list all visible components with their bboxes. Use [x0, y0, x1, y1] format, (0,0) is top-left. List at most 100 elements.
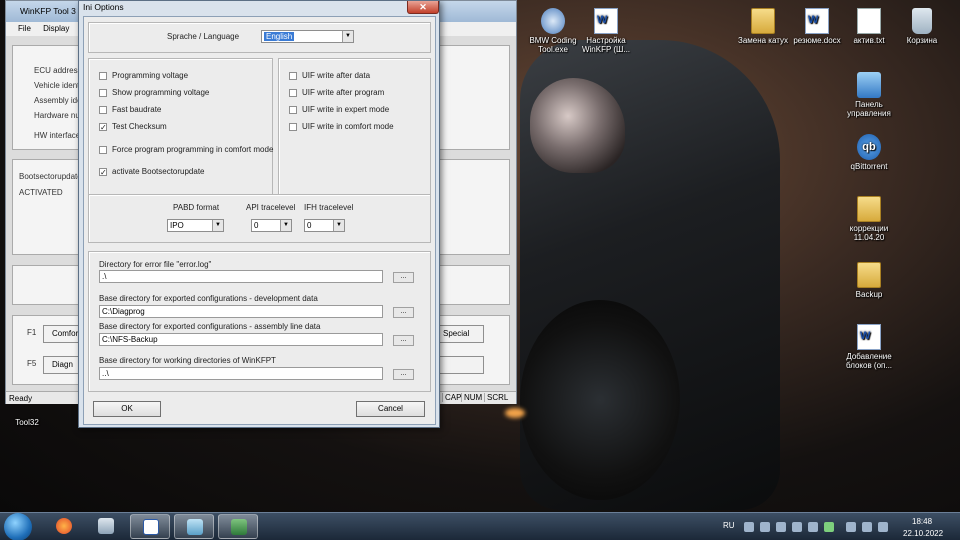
- error-dir-input[interactable]: .\: [99, 270, 383, 283]
- uif-comfort-mode-checkbox[interactable]: [289, 123, 297, 131]
- menu-file[interactable]: File: [18, 24, 31, 33]
- chevron-down-icon: ▼: [342, 31, 353, 42]
- uif-expert-mode-checkbox[interactable]: [289, 106, 297, 114]
- qbittorrent-icon: qb: [857, 134, 881, 160]
- word-doc-icon: [594, 8, 618, 34]
- control-panel-icon: [857, 72, 881, 98]
- hw-interface-label: HW interface: [34, 131, 81, 140]
- calculator-icon: [98, 518, 114, 534]
- car-wheel-image: [520, 300, 680, 500]
- dialog-title: Ini Options: [83, 2, 124, 12]
- ifh-tracelevel-select[interactable]: 0 ▼: [304, 219, 345, 232]
- language-group: [88, 22, 431, 53]
- force-program-checkbox[interactable]: [99, 146, 107, 154]
- activated-label: ACTIVATED: [19, 188, 63, 197]
- chevron-down-icon: ▼: [280, 220, 291, 231]
- word-icon: [143, 519, 159, 535]
- working-dir-label: Base directory for working directories o…: [99, 356, 276, 365]
- programming-voltage-label: Programming voltage: [112, 71, 189, 80]
- folder-icon: [857, 262, 881, 288]
- menu-display[interactable]: Display: [43, 24, 69, 33]
- tray-app-icon[interactable]: [744, 522, 754, 532]
- bmw-icon: [541, 8, 565, 34]
- fast-baudrate-checkbox[interactable]: [99, 106, 107, 114]
- status-cap: CAP: [442, 393, 461, 402]
- dev-dir-browse-button[interactable]: ...: [393, 307, 414, 318]
- main-right-button[interactable]: [434, 356, 484, 374]
- language-label: Sprache / Language: [167, 32, 240, 41]
- taskbar-calculator[interactable]: [86, 514, 126, 539]
- pabd-format-select[interactable]: IPO ▼: [167, 219, 224, 232]
- hardware-number-label: Hardware nu: [34, 111, 80, 120]
- desktop-background: BMW Coding Tool.exe Настройка WinKFP (Ш.…: [0, 0, 960, 512]
- working-dir-browse-button[interactable]: ...: [393, 369, 414, 380]
- tray-app-icon[interactable]: [808, 522, 818, 532]
- vehicle-ident-label: Vehicle identi: [34, 81, 82, 90]
- dialog-close-button[interactable]: ✕: [407, 1, 439, 14]
- taskbar-notes[interactable]: [174, 514, 214, 539]
- folder-icon: [751, 8, 775, 34]
- assembly-ident-label: Assembly ide: [34, 96, 82, 105]
- dialog-client-area: Sprache / Language English ▼ Programming…: [83, 16, 436, 425]
- desktop-icon-backup[interactable]: Backup: [834, 262, 904, 299]
- uif-comfort-mode-label: UIF write in comfort mode: [302, 122, 394, 131]
- f5-label: F5: [27, 359, 37, 368]
- desktop-icon-control-panel[interactable]: Панель управления: [834, 72, 904, 118]
- system-tray: RU 18:48 22.10.2022: [720, 513, 960, 540]
- volume-icon[interactable]: [878, 522, 888, 532]
- diagnosis-button[interactable]: Diagn: [43, 356, 83, 374]
- taskbar-firefox[interactable]: [44, 514, 84, 539]
- dev-dir-input[interactable]: C:\Diagprog: [99, 305, 383, 318]
- activate-bootsector-label: activate Bootsectorupdate: [112, 167, 205, 176]
- desktop-icon-recycle-bin[interactable]: Корзина: [887, 8, 957, 45]
- test-checksum-checkbox[interactable]: ✓: [99, 123, 107, 132]
- api-tracelevel-select[interactable]: 0 ▼: [251, 219, 292, 232]
- clock-date[interactable]: 22.10.2022: [903, 529, 943, 538]
- checkmark-icon: ✓: [100, 168, 107, 177]
- fast-baudrate-label: Fast baudrate: [112, 105, 162, 114]
- f1-label: F1: [27, 328, 37, 337]
- status-text: Ready: [9, 394, 33, 403]
- network-signal-icon[interactable]: [862, 522, 872, 532]
- keyboard-language[interactable]: RU: [723, 521, 735, 530]
- status-num: NUM: [461, 393, 482, 402]
- desktop-icon-tool32[interactable]: Tool32: [0, 404, 62, 427]
- tray-app-icon[interactable]: [760, 522, 770, 532]
- clock-time[interactable]: 18:48: [912, 517, 932, 526]
- desktop-icon-dobavlenie-blokov[interactable]: Добавление блоков (оп...: [834, 324, 904, 370]
- desktop-icon-korrektsii[interactable]: коррекции 11.04.20: [834, 196, 904, 242]
- special-button[interactable]: Special: [434, 325, 484, 343]
- taskbar-winkfp[interactable]: [218, 514, 258, 539]
- pabd-format-label: PABD format: [173, 203, 220, 212]
- ifh-tracelevel-label: IFH tracelevel: [304, 203, 354, 212]
- car-indicator-light: [505, 408, 525, 418]
- test-checksum-label: Test Checksum: [112, 122, 167, 131]
- language-select[interactable]: English ▼: [261, 30, 354, 43]
- chevron-down-icon: ▼: [212, 220, 223, 231]
- desktop-icon-winkfp-settings[interactable]: Настройка WinKFP (Ш...: [571, 8, 641, 54]
- word-doc-icon: [805, 8, 829, 34]
- assembly-dir-input[interactable]: C:\NFS-Backup: [99, 333, 383, 346]
- programming-voltage-checkbox[interactable]: [99, 72, 107, 80]
- error-dir-browse-button[interactable]: ...: [393, 272, 414, 283]
- taskbar-word[interactable]: [130, 514, 170, 539]
- comfort-button[interactable]: Comfor: [43, 325, 83, 343]
- battery-icon[interactable]: [846, 522, 856, 532]
- ecu-address-label: ECU address: [34, 66, 82, 75]
- uif-after-data-checkbox[interactable]: [289, 72, 297, 80]
- show-programming-voltage-checkbox[interactable]: [99, 89, 107, 97]
- activate-bootsector-checkbox[interactable]: ✓: [99, 168, 107, 177]
- assembly-dir-browse-button[interactable]: ...: [393, 335, 414, 346]
- chevron-down-icon: ▼: [333, 220, 344, 231]
- api-tracelevel-label: API tracelevel: [246, 203, 296, 212]
- tray-app-icon[interactable]: [776, 522, 786, 532]
- uif-after-program-checkbox[interactable]: [289, 89, 297, 97]
- uif-after-program-label: UIF write after program: [302, 88, 385, 97]
- ok-button[interactable]: OK: [93, 401, 161, 417]
- desktop-icon-qbittorrent[interactable]: qb qBittorrent: [834, 134, 904, 171]
- nvidia-icon[interactable]: [824, 522, 834, 532]
- start-button[interactable]: [4, 513, 32, 540]
- tray-app-icon[interactable]: [792, 522, 802, 532]
- cancel-button[interactable]: Cancel: [356, 401, 425, 417]
- working-dir-input[interactable]: ..\: [99, 367, 383, 380]
